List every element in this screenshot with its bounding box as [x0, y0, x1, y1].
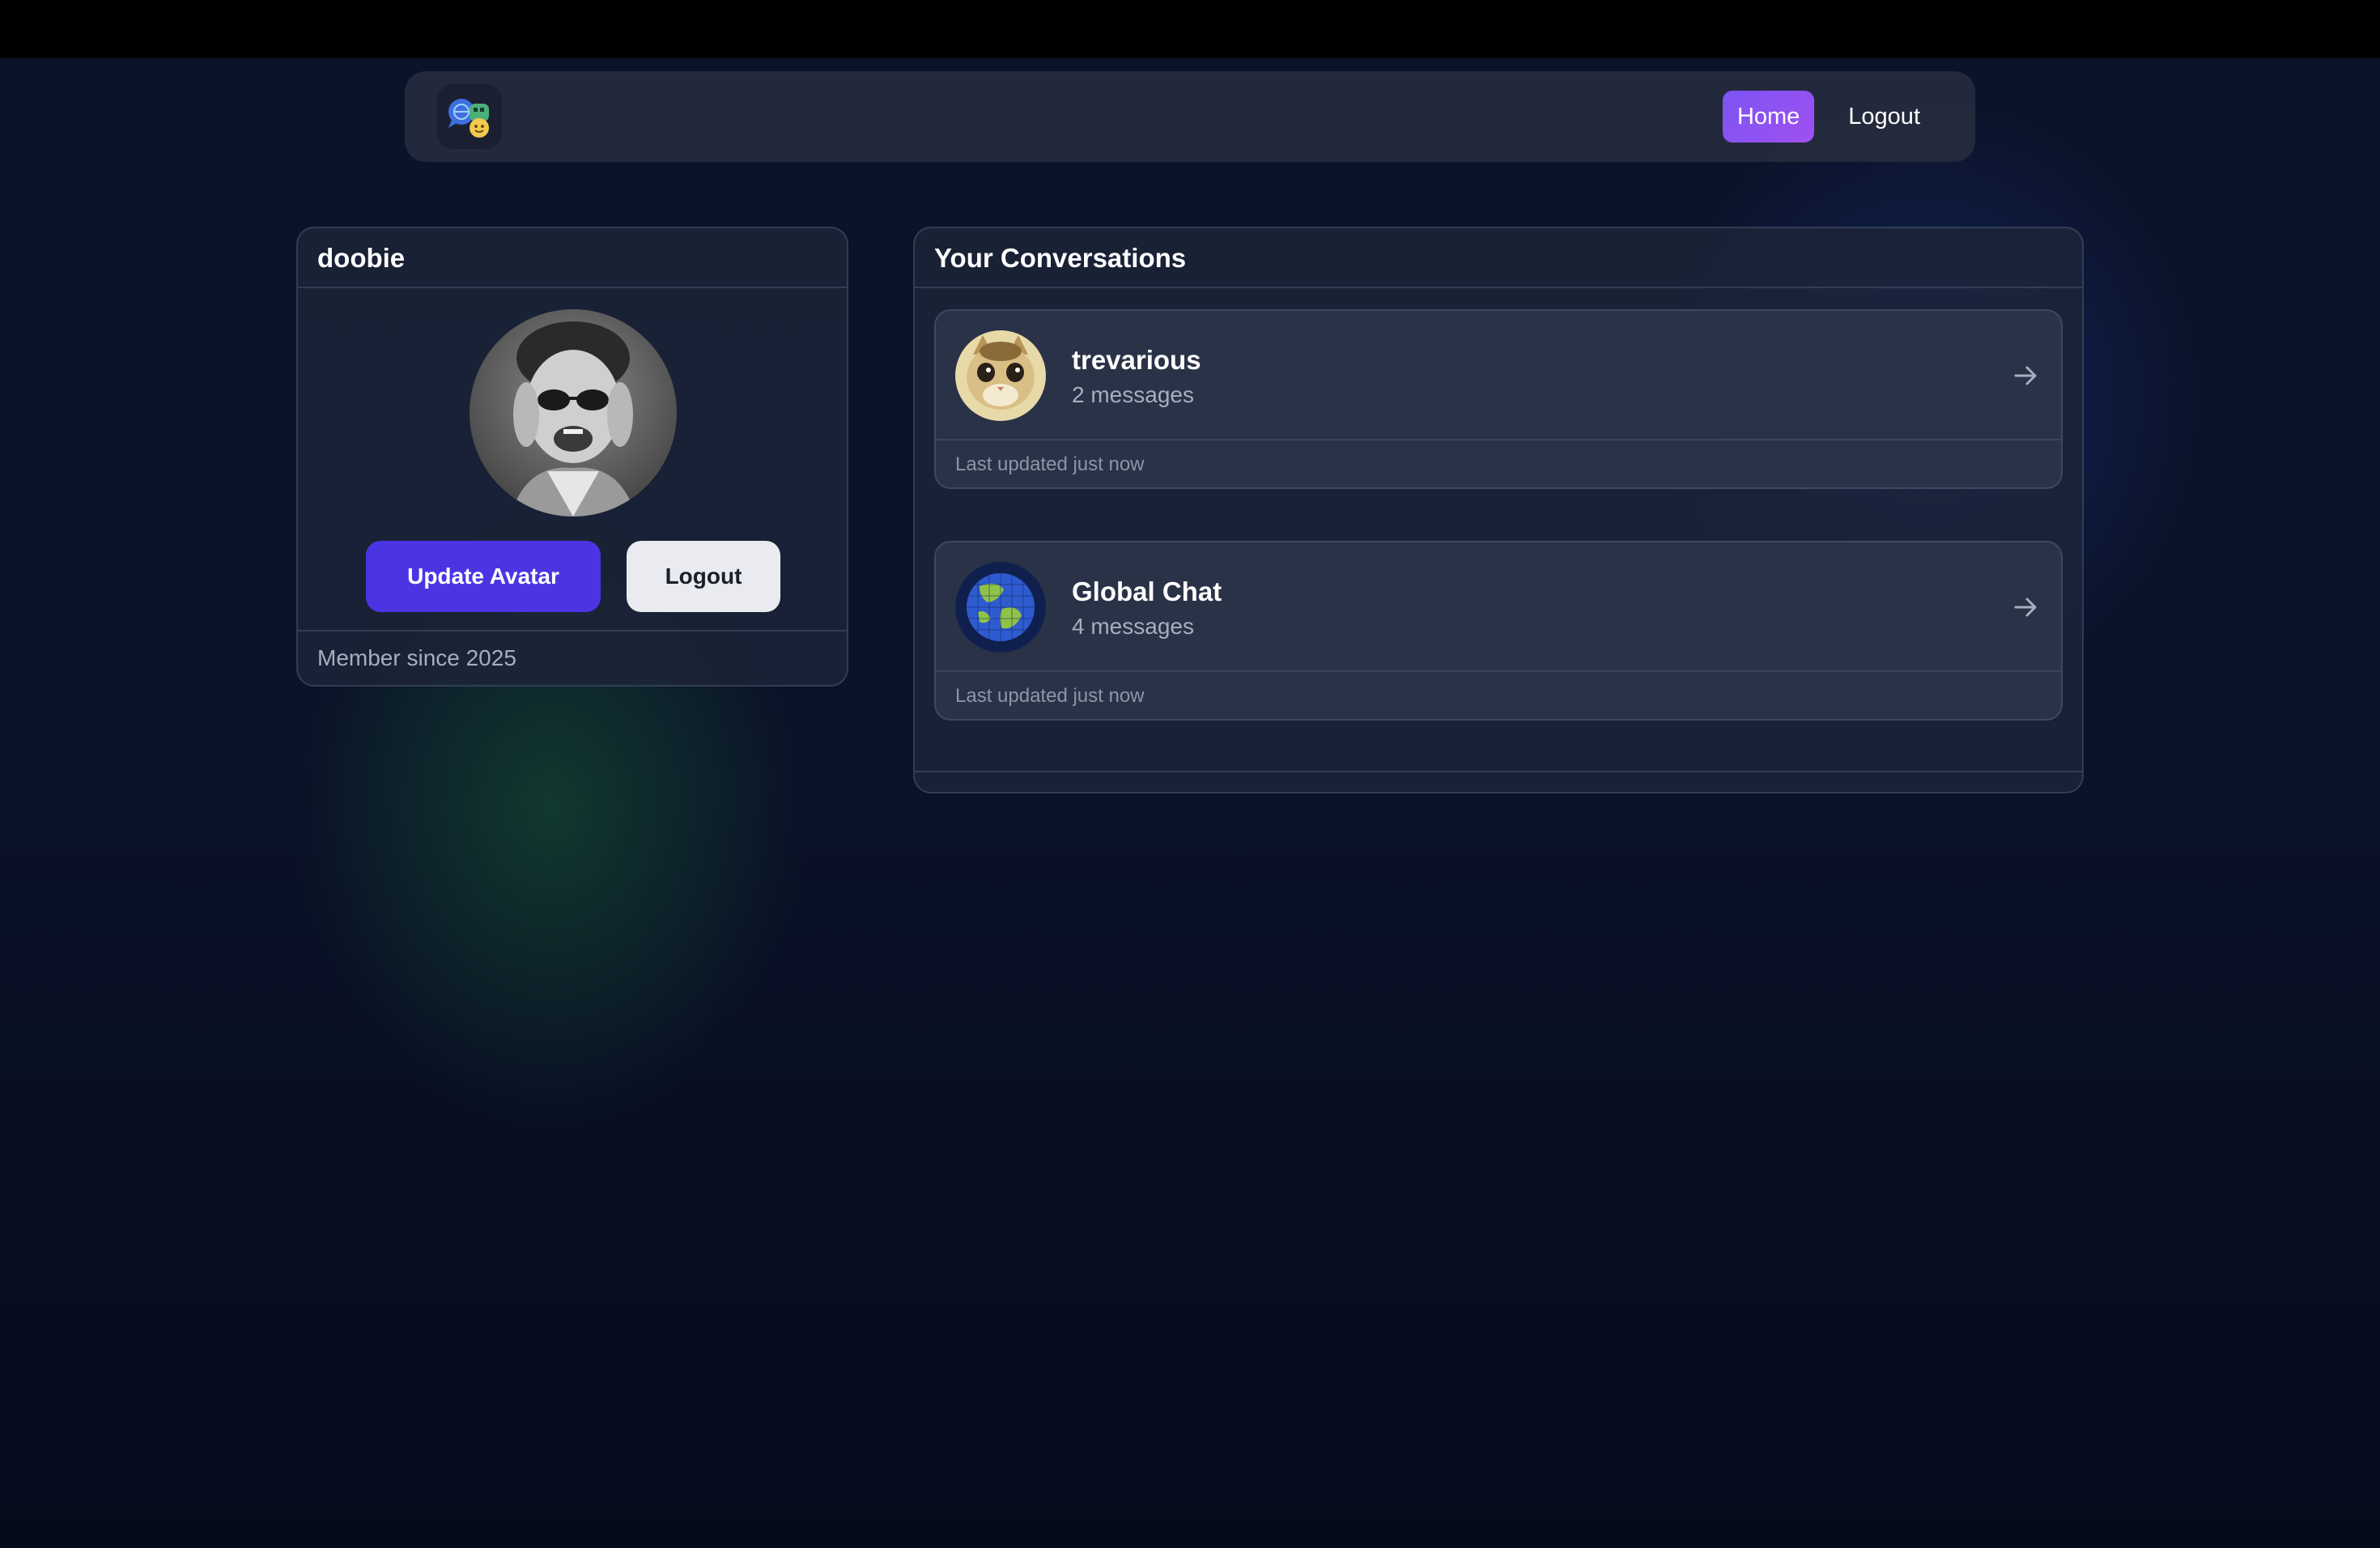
chat-bubbles-logo-icon[interactable]: [437, 84, 502, 149]
browser-top-bar: [0, 0, 2380, 58]
profile-logout-button[interactable]: Logout: [627, 541, 780, 612]
profile-username: doobie: [298, 228, 847, 288]
conversations-title: Your Conversations: [915, 228, 2082, 288]
nav-home-link[interactable]: Home: [1722, 91, 1815, 142]
nav-links: Home Logout: [1722, 91, 1935, 142]
profile-card: doobie Update Avatar Logout Member since…: [296, 227, 848, 687]
conversation-last-updated: Last updated just now: [955, 685, 1145, 707]
conversation-name: trevarious: [1072, 345, 1201, 375]
profile-actions: Update Avatar Logout: [366, 541, 780, 612]
cat-avatar: [955, 330, 1046, 421]
profile-avatar: [470, 309, 677, 517]
conversation-message-count: 4 messages: [1072, 614, 1194, 639]
conversation-main: trevarious 2 messages: [936, 311, 2061, 440]
conversations-card: Your Conversations trevarious 2 messages…: [913, 227, 2084, 793]
nav-logout-link[interactable]: Logout: [1834, 91, 1935, 142]
conversation-list: trevarious 2 messages Last updated just …: [934, 309, 2063, 772]
conversation-name: Global Chat: [1072, 576, 1222, 606]
conversation-item-global-chat[interactable]: Global Chat 4 messages Last updated just…: [934, 541, 2063, 721]
navbar: Home Logout: [405, 71, 1975, 162]
conversation-main: Global Chat 4 messages: [936, 542, 2061, 672]
conversation-item-trevarious[interactable]: trevarious 2 messages Last updated just …: [934, 309, 2063, 489]
update-avatar-button[interactable]: Update Avatar: [366, 541, 601, 612]
member-since: Member since 2025: [298, 630, 847, 685]
conversation-message-count: 2 messages: [1072, 382, 1194, 407]
conversations-card-footer: [915, 771, 2082, 792]
conversation-last-updated: Last updated just now: [955, 453, 1145, 475]
arrow-right-icon[interactable]: [2009, 591, 2042, 623]
arrow-right-icon[interactable]: [2009, 359, 2042, 392]
globe-icon: [955, 562, 1046, 653]
